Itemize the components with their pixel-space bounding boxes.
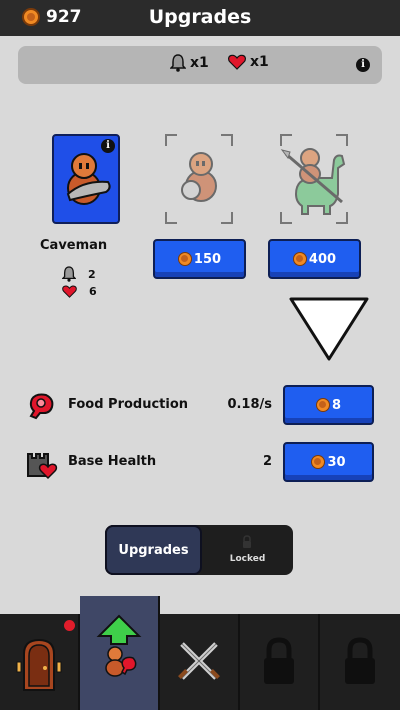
bottom-nav [0, 596, 400, 710]
upgrade-label: Food Production [68, 397, 189, 412]
upgrade-base-health-button[interactable]: 30 [283, 442, 374, 482]
notification-badge [64, 620, 75, 631]
upgrade-label: Base Health [68, 454, 157, 469]
attack-multiplier: x1 [190, 55, 209, 71]
nav-item-upgrades[interactable] [80, 596, 160, 710]
upgrade-base-health-cost: 30 [327, 454, 346, 470]
upgrade-value: 2 [262, 454, 272, 469]
coin-icon [315, 398, 330, 412]
bell-icon [62, 266, 76, 282]
unlock-price-2: 400 [308, 251, 337, 267]
castle-heart-icon [27, 453, 58, 480]
crossed-swords-icon [178, 642, 220, 680]
upgrade-food-button[interactable]: 8 [283, 385, 374, 425]
page-title: Upgrades [148, 6, 252, 28]
tab-locked[interactable]: Locked [202, 525, 293, 575]
health-multiplier: x1 [250, 54, 269, 70]
unit-name: Caveman [40, 238, 108, 253]
padlock-icon [345, 637, 375, 684]
upgrade-food-cost: 8 [331, 397, 342, 413]
unlock-unit-button-2[interactable]: 400 [268, 239, 361, 279]
coin-icon [177, 252, 192, 266]
upgrade-row-base-health: Base Health 2 [26, 448, 286, 480]
info-icon[interactable]: i [356, 58, 370, 72]
tab-upgrades[interactable]: Upgrades [105, 525, 202, 575]
tab-switch: Upgrades Locked [105, 525, 293, 575]
upgrade-value: 0.18/s [227, 397, 272, 412]
upgrade-arrow-icon [96, 614, 142, 677]
nav-item-locked-1[interactable] [240, 614, 320, 710]
unit-attack-value: 2 [88, 267, 96, 281]
caveman-icon [66, 153, 111, 205]
door-icon [16, 638, 62, 691]
upgrade-row-food-production: Food Production 0.18/s [26, 391, 286, 421]
health-modifier: x1 [228, 54, 269, 70]
nav-item-locked-2[interactable] [320, 614, 400, 710]
unit-card-locked-rider[interactable] [280, 134, 348, 224]
heart-icon [228, 54, 246, 70]
coin-icon [311, 455, 326, 469]
shield-warrior-icon [181, 152, 217, 202]
tab-locked-label: Locked [229, 554, 266, 564]
nav-item-door[interactable] [0, 614, 80, 710]
unit-card-locked-shield[interactable] [165, 134, 233, 224]
dino-rider-icon [280, 148, 346, 215]
unlock-price-1: 150 [193, 251, 222, 267]
modifiers-bar: x1 x1 i [18, 46, 382, 84]
bell-icon [170, 54, 186, 72]
heart-icon [62, 285, 77, 298]
unit-health-value: 6 [89, 285, 97, 298]
meat-icon [29, 393, 54, 420]
unlock-unit-button-1[interactable]: 150 [153, 239, 246, 279]
padlock-icon [264, 637, 294, 684]
attack-modifier: x1 [170, 54, 209, 72]
top-bar: 927 Upgrades [0, 0, 400, 36]
nav-item-battle[interactable] [160, 614, 240, 710]
unit-attack-stat: 2 [62, 266, 96, 282]
coin-icon [292, 252, 307, 266]
padlock-icon [243, 535, 251, 548]
unit-card-caveman[interactable]: i [52, 134, 120, 224]
unit-health-stat: 6 [62, 285, 97, 298]
pointer-arrow-icon [289, 297, 369, 361]
